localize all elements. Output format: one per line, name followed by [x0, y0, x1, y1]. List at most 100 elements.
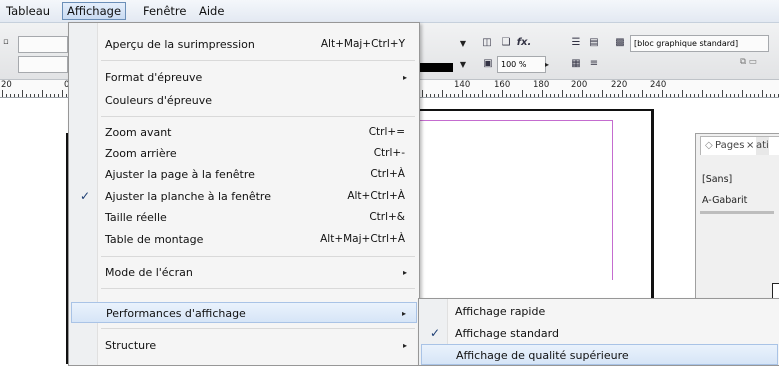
ruler-tick — [6, 94, 7, 97]
zoom-dropdown-icon[interactable]: ▸ — [541, 57, 553, 72]
ruler-tick — [734, 94, 735, 97]
ruler-tick — [62, 90, 63, 97]
menu-item-shortcut: Ctrl+- — [373, 147, 405, 159]
ruler-tick — [578, 94, 579, 97]
menu-aide[interactable]: Aide — [195, 3, 228, 19]
menu-item-ajuster-planche[interactable]: ✓ Ajuster la planche à la fenêtre Alt+Ct… — [71, 186, 417, 207]
menu-affichage[interactable]: Affichage — [62, 2, 127, 20]
margin-guide — [412, 120, 612, 121]
ruler-tick — [750, 94, 751, 97]
menu-item-performances-affichage[interactable]: Performances d'affichage ▸ — [71, 302, 417, 323]
ruler-tick — [514, 94, 515, 97]
justify-icon[interactable]: ≡ — [586, 56, 602, 71]
ruler-tick — [598, 94, 599, 97]
collapse-icon[interactable]: ◇ — [705, 137, 713, 155]
y-position-field[interactable] — [18, 56, 68, 73]
menu-fenetre[interactable]: Fenêtre — [139, 3, 190, 19]
ruler-tick — [434, 94, 435, 97]
ruler-tick — [758, 94, 759, 97]
align-left-icon[interactable]: ☰ — [568, 35, 584, 50]
menu-item-label: Mode de l'écran — [105, 266, 193, 279]
submenu-item-affichage-standard[interactable]: ✓ Affichage standard — [421, 323, 778, 344]
menu-item-label: Affichage standard — [455, 327, 559, 340]
ruler-tick — [54, 94, 55, 97]
ruler-label: 220 — [611, 80, 628, 90]
ruler-tick — [762, 90, 763, 97]
menu-tableau[interactable]: Tableau — [2, 3, 54, 19]
menu-item-apercu-surimpression[interactable]: Aperçu de la surimpression Alt+Maj+Ctrl+… — [71, 34, 417, 55]
ruler-tick — [746, 94, 747, 97]
ruler-tick — [634, 94, 635, 97]
ruler-tick — [546, 94, 547, 97]
object-style-icon[interactable]: ▩ — [612, 35, 628, 50]
page-thumbnail[interactable] — [772, 283, 779, 299]
menu-item-shortcut: Alt+Maj+Ctrl+À — [320, 233, 405, 245]
stroke-swatch[interactable] — [419, 63, 453, 72]
ruler-tick — [34, 94, 35, 97]
ruler-tick — [518, 94, 519, 97]
performances-submenu: Affichage rapide ✓ Affichage standard Af… — [418, 298, 779, 366]
checkmark-icon: ✓ — [80, 189, 91, 203]
ruler-tick — [610, 94, 611, 97]
menu-item-couleurs-epreuve[interactable]: Couleurs d'épreuve — [71, 90, 417, 111]
ruler-tick — [570, 94, 571, 97]
menu-item-label: Affichage rapide — [455, 305, 546, 318]
columns-icon[interactable]: ▦ — [568, 56, 584, 71]
x-position-field[interactable] — [18, 36, 68, 53]
affichage-menu: Aperçu de la surimpression Alt+Maj+Ctrl+… — [68, 22, 420, 366]
menu-item-label: Performances d'affichage — [106, 307, 246, 320]
submenu-item-affichage-rapide[interactable]: Affichage rapide — [421, 301, 778, 322]
menu-item-label: Table de montage — [105, 233, 204, 246]
ruler-tick — [710, 94, 711, 97]
ruler-tick — [526, 94, 527, 97]
menu-item-format-epreuve[interactable]: Format d'épreuve ▸ — [71, 67, 417, 88]
ruler-tick — [42, 90, 43, 97]
ruler-tick — [658, 94, 659, 97]
menu-item-shortcut: Ctrl+& — [369, 211, 405, 223]
opacity-icon[interactable]: ▣ — [480, 56, 496, 71]
menu-item-table-montage[interactable]: Table de montage Alt+Maj+Ctrl+À — [71, 229, 417, 250]
shadow-icon[interactable]: ❑ — [498, 35, 514, 50]
ruler-tick — [46, 94, 47, 97]
ruler-tick — [50, 94, 51, 97]
ruler-tick — [26, 94, 27, 97]
menu-item-structure[interactable]: Structure ▸ — [71, 335, 417, 356]
menu-item-ajuster-page[interactable]: Ajuster la page à la fenêtre Ctrl+À — [71, 164, 417, 185]
menu-item-taille-reelle[interactable]: Taille réelle Ctrl+& — [71, 207, 417, 228]
ruler-tick — [38, 94, 39, 97]
dropdown-icon[interactable]: ▼ — [457, 57, 469, 72]
pages-panel-tab[interactable]: ◇ Pages × ati — [700, 136, 779, 155]
ruler-tick — [478, 94, 479, 97]
ruler-tick — [650, 94, 651, 97]
ruler-tick — [458, 94, 459, 97]
submenu-arrow-icon: ▸ — [402, 73, 407, 82]
pages-tab-label: Pages — [715, 140, 745, 151]
menu-item-mode-ecran[interactable]: Mode de l'écran ▸ — [71, 262, 417, 283]
panel-scrollbar[interactable] — [700, 211, 774, 214]
menu-item-zoom-arriere[interactable]: Zoom arrière Ctrl+- — [71, 143, 417, 164]
reference-point-icon[interactable]: ▫ — [3, 37, 9, 47]
zoom-field[interactable]: 100 % — [497, 56, 546, 73]
align-right-icon[interactable]: ▤ — [586, 35, 602, 50]
menu-item-shortcut: Ctrl+= — [368, 126, 405, 138]
master-a-gabarit[interactable]: A-Gabarit — [702, 195, 747, 206]
master-none[interactable]: [Sans] — [702, 174, 732, 185]
menu-item-label: Taille réelle — [105, 211, 167, 224]
submenu-item-qualite-superieure[interactable]: Affichage de qualité supérieure — [421, 344, 778, 365]
ruler-tick — [706, 94, 707, 97]
dropdown-icon[interactable]: ▼ — [457, 36, 469, 51]
close-icon[interactable]: × — [746, 137, 754, 155]
frame-fit-icon[interactable]: ◫ — [479, 35, 495, 50]
menu-item-zoom-avant[interactable]: Zoom avant Ctrl+= — [71, 122, 417, 143]
ruler-label: 20 — [1, 80, 12, 90]
ruler-tick — [482, 90, 483, 97]
ruler-tick — [674, 94, 675, 97]
ruler-tick — [542, 90, 543, 97]
clear-overrides-icon[interactable]: ⧉ ▭ — [740, 57, 757, 67]
ruler-tick — [462, 90, 463, 97]
next-tab-label[interactable]: ati — [756, 137, 769, 155]
object-style-field[interactable]: [bloc graphique standard] — [630, 35, 769, 52]
fx-icon[interactable]: fx. — [516, 35, 532, 50]
menu-item-label: Zoom arrière — [105, 147, 177, 160]
ruler-tick — [742, 90, 743, 97]
